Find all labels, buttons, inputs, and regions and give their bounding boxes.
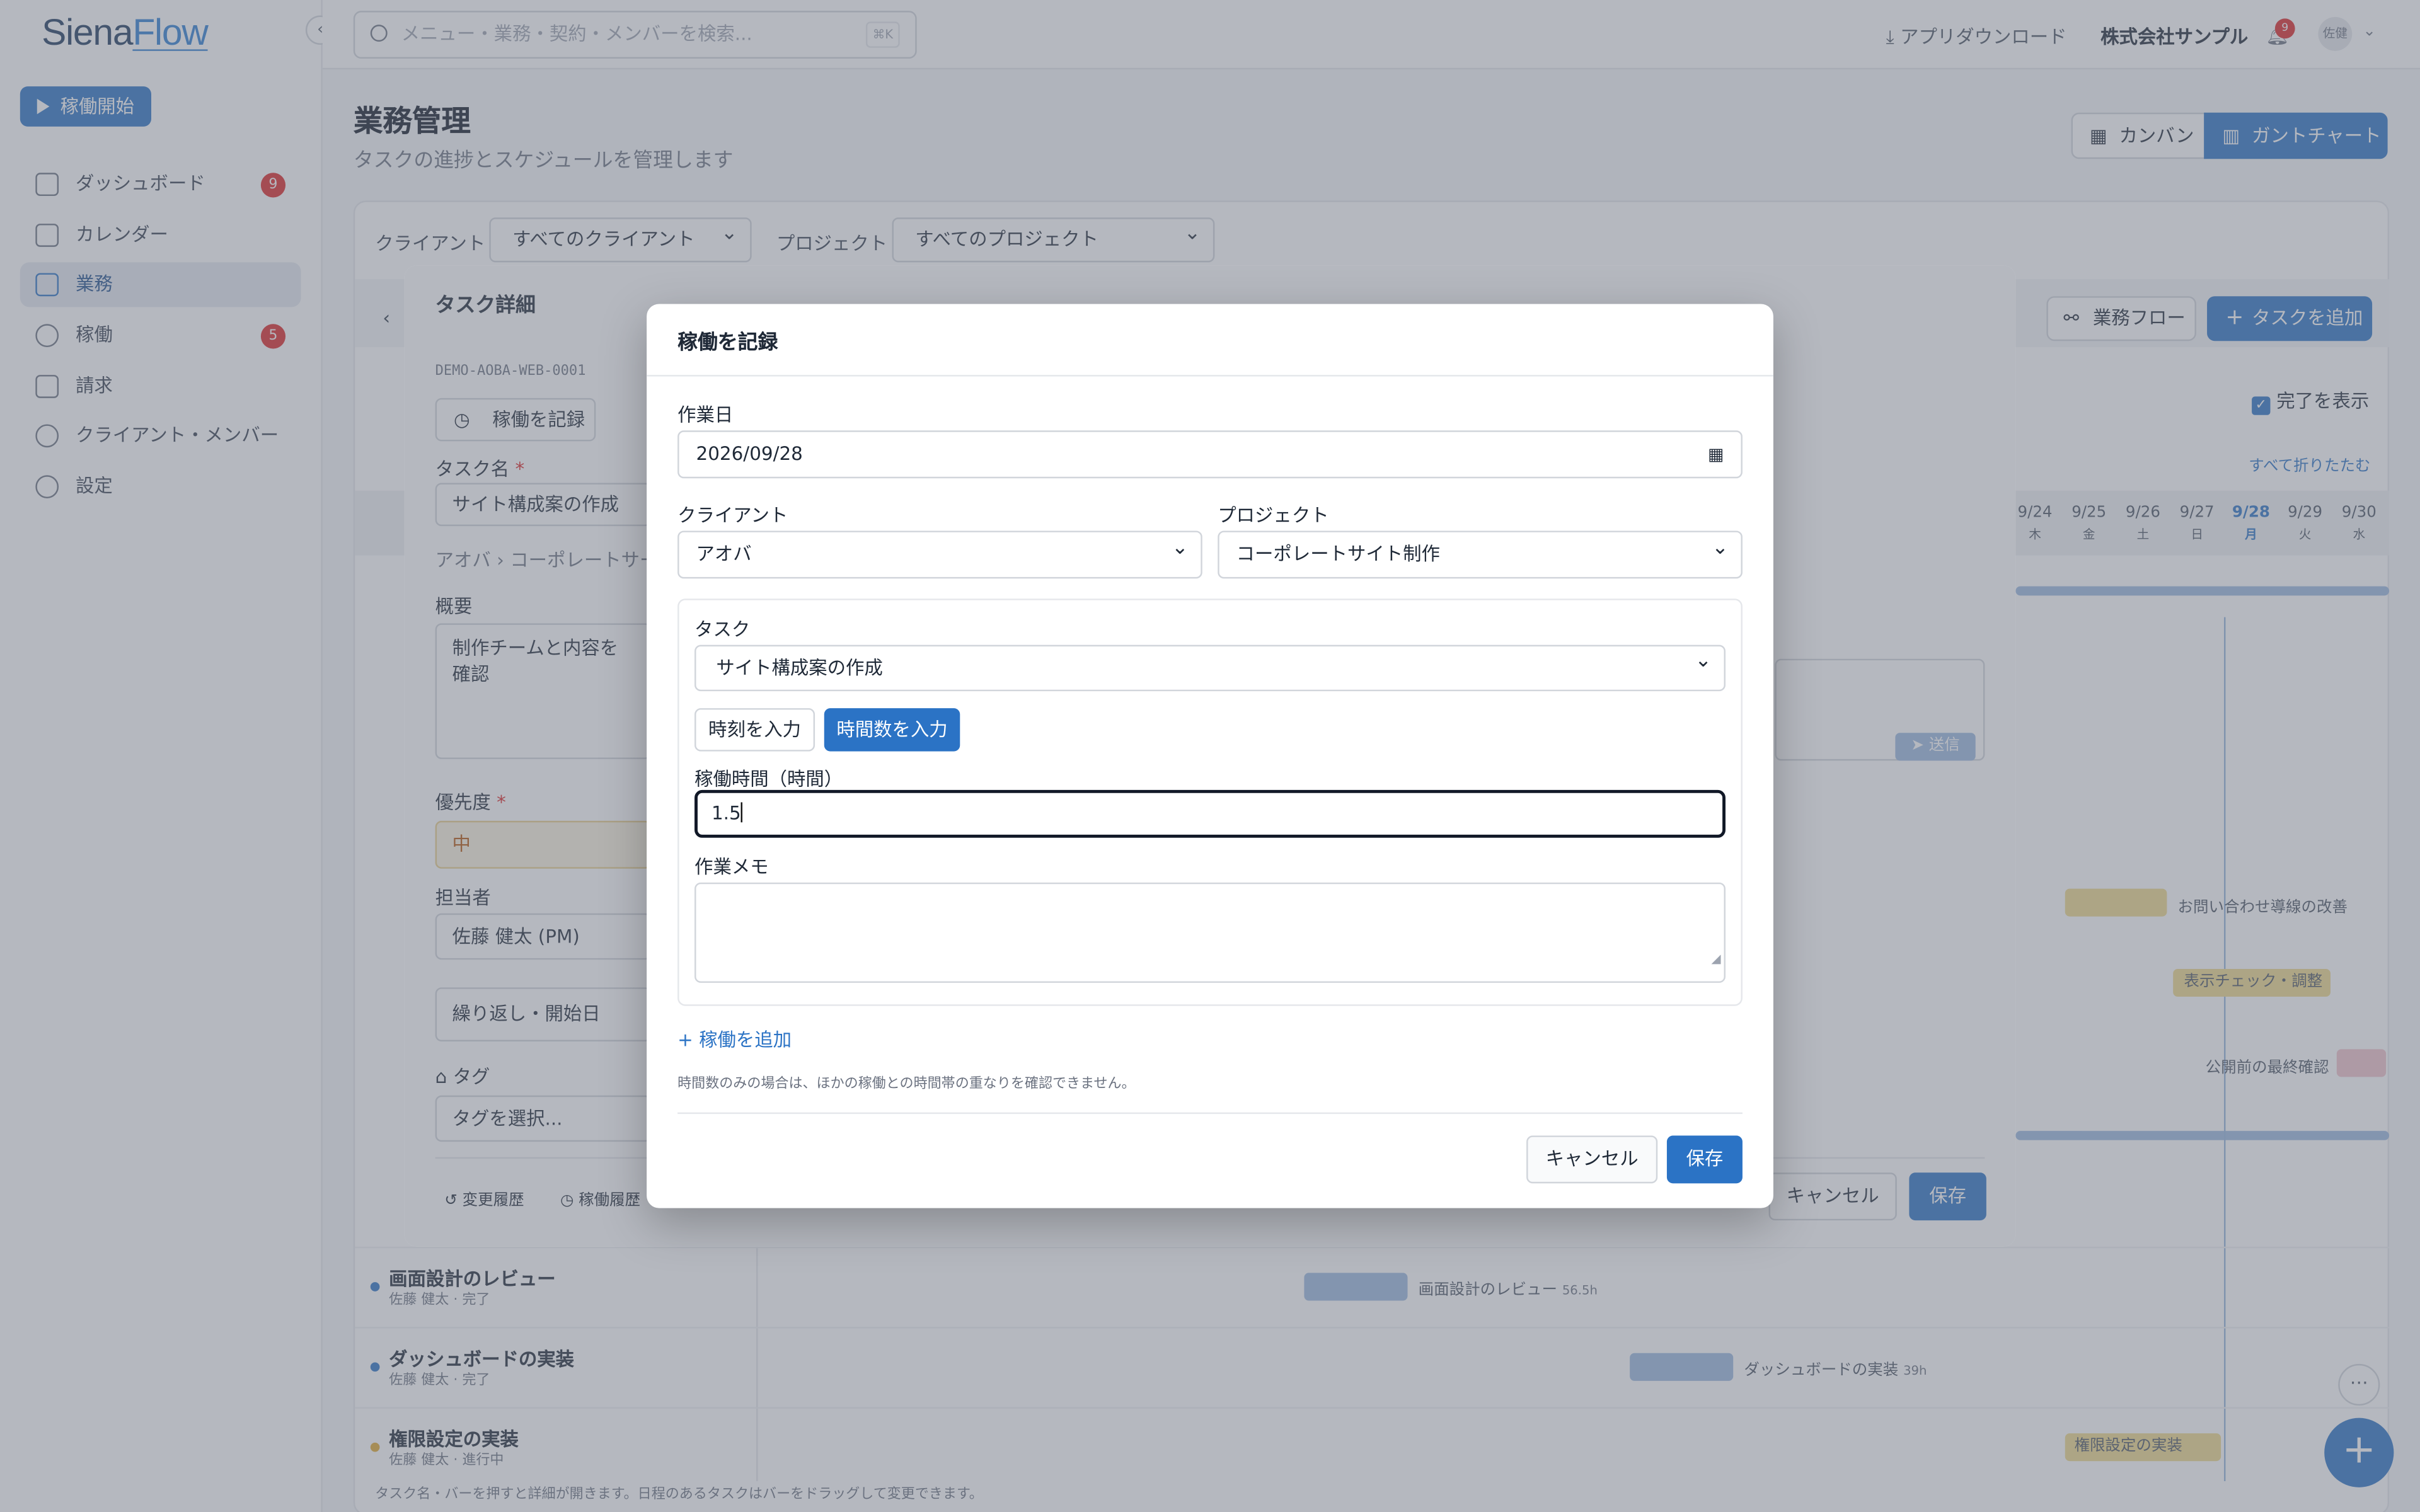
- resize-handle-icon[interactable]: ◢: [1712, 938, 1721, 982]
- client-select[interactable]: アオバ: [677, 526, 1202, 579]
- hours-input[interactable]: 1.5: [694, 789, 1726, 838]
- text-cursor: [740, 802, 743, 823]
- add-work-entry-link[interactable]: + 稼働を追加: [677, 1026, 792, 1053]
- work-date-value: 2026/09/28: [696, 442, 803, 465]
- mode-hours-button[interactable]: 時間数を入力: [824, 708, 960, 752]
- divider: [677, 1112, 1743, 1114]
- plus-icon: +: [677, 1029, 693, 1051]
- calendar-icon[interactable]: ▦: [1708, 432, 1724, 477]
- hours-value: 1.5: [711, 802, 741, 824]
- work-date-label: 作業日: [677, 404, 734, 426]
- work-date-input[interactable]: 2026/09/28 ▦: [677, 430, 1743, 479]
- record-work-dialog: 稼働を記録 作業日 2026/09/28▦ クライアント アオバ プロジェクト …: [647, 304, 1773, 1208]
- memo-textarea[interactable]: ◢: [694, 882, 1726, 983]
- app-root: SienaFlow ‹ 稼働開始 ダッシュボード9 カレンダー 業務 稼働5 請…: [0, 0, 2420, 1512]
- task-select[interactable]: サイト構成案の作成: [694, 640, 1726, 692]
- hours-label: 稼働時間（時間）: [694, 768, 843, 790]
- cancel-button[interactable]: キャンセル: [1526, 1135, 1658, 1184]
- task-label: タスク: [694, 619, 751, 641]
- project-select[interactable]: コーポレートサイト制作: [1218, 526, 1743, 579]
- save-button[interactable]: 保存: [1666, 1135, 1743, 1184]
- divider: [647, 375, 1773, 377]
- dialog-title: 稼働を記録: [677, 331, 778, 355]
- mode-time-button[interactable]: 時刻を入力: [694, 708, 815, 752]
- memo-label: 作業メモ: [694, 856, 769, 878]
- overlap-note: 時間数のみの場合は、ほかの稼働との時間帯の重なりを確認できません。: [677, 1077, 1136, 1092]
- project-label: プロジェクト: [1218, 504, 1329, 527]
- client-label: クライアント: [677, 504, 788, 527]
- back-arrow-icon[interactable]: ‹: [383, 307, 390, 328]
